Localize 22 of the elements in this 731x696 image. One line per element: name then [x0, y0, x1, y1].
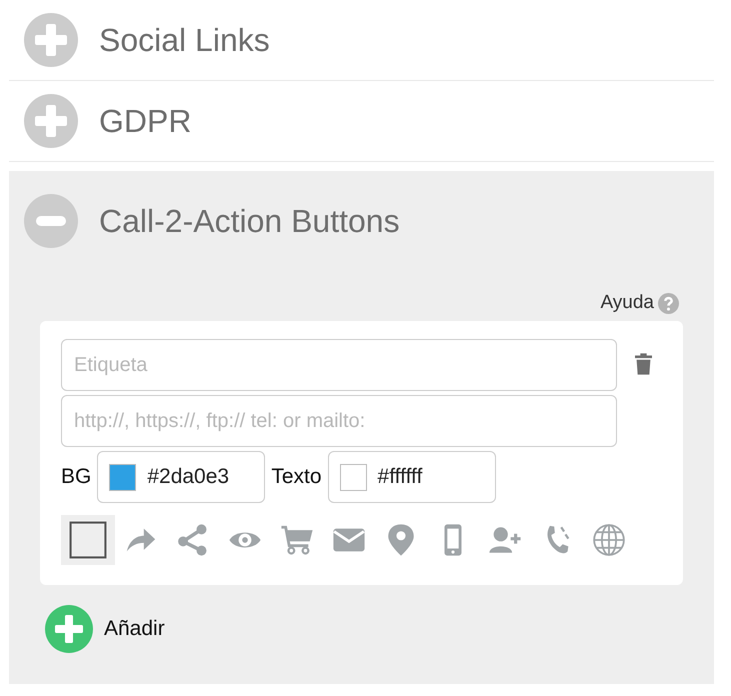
url-field[interactable]: http://, https://, ftp:// tel: or mailto: [61, 395, 617, 447]
bg-color-field[interactable]: #2da0e3 [97, 451, 266, 503]
expand-icon[interactable] [24, 94, 78, 148]
cart-icon[interactable] [280, 523, 314, 557]
add-button[interactable]: Añadir [104, 617, 165, 641]
trash-icon[interactable] [635, 353, 652, 375]
bg-color-label: BG [61, 465, 92, 489]
collapse-icon[interactable] [24, 194, 78, 248]
section-title[interactable]: Social Links [99, 22, 270, 58]
text-color-field[interactable]: #ffffff [328, 451, 496, 503]
blank-square-icon[interactable] [69, 521, 107, 559]
add-icon[interactable] [45, 605, 93, 653]
label-field[interactable]: Etiqueta [61, 339, 617, 391]
expand-icon[interactable] [24, 13, 78, 67]
color-swatch[interactable] [340, 464, 367, 490]
help-icon[interactable] [658, 292, 679, 314]
section-title[interactable]: GDPR [99, 102, 192, 140]
text-color-label: Texto [271, 465, 322, 489]
color-swatch[interactable] [109, 464, 136, 490]
help-link[interactable]: Ayuda [600, 292, 654, 314]
section-title[interactable]: Call-2-Action Buttons [99, 202, 400, 240]
globe-icon[interactable] [592, 523, 626, 557]
